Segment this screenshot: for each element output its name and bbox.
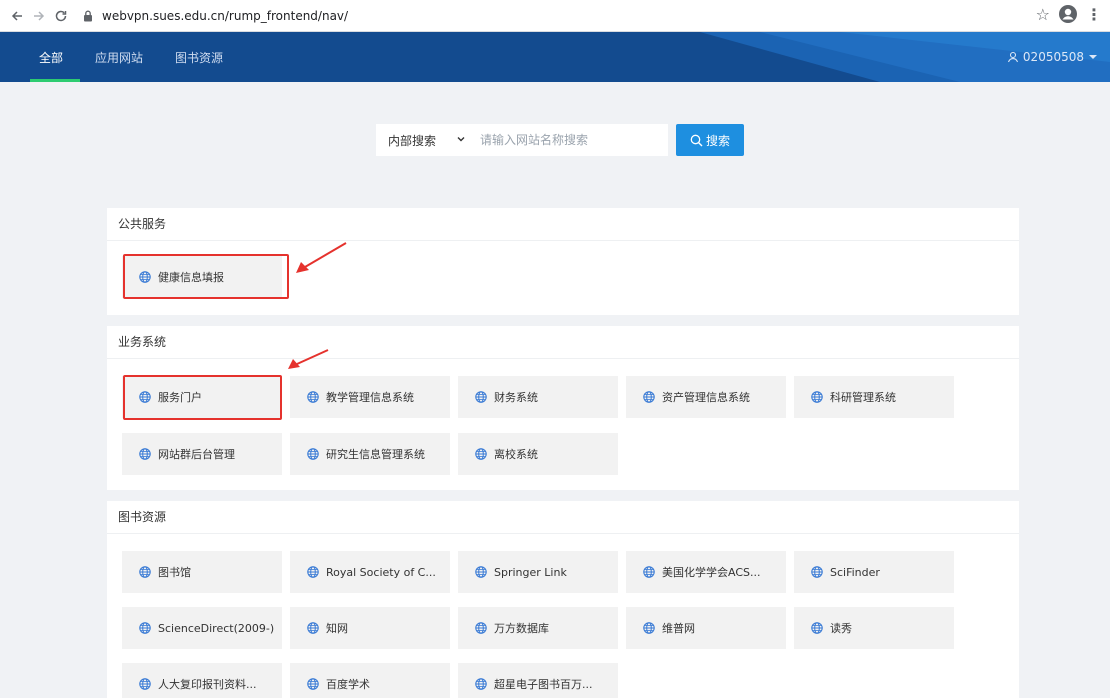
annotation-arrows [288,242,347,369]
arrow-icon [296,242,347,273]
arrow-icon [288,349,329,369]
